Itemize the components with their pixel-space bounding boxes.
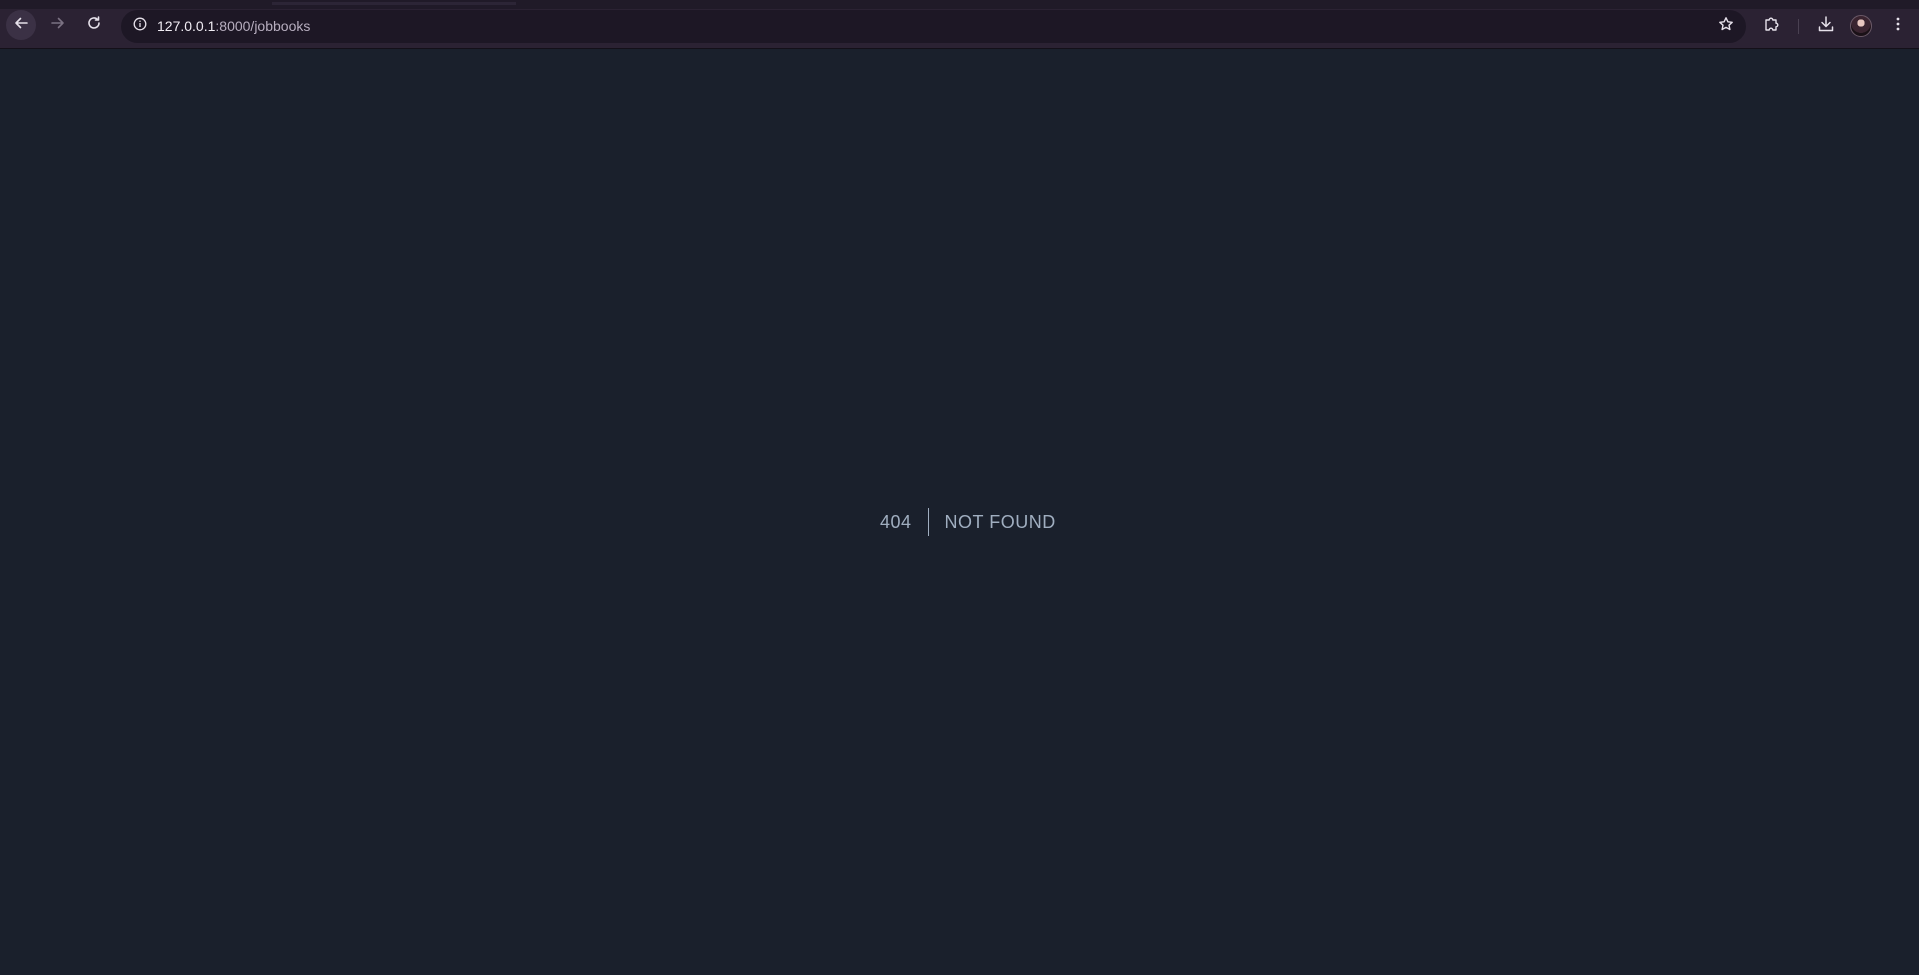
reload-button[interactable] bbox=[79, 10, 109, 40]
arrow-right-icon bbox=[50, 15, 66, 36]
profile-avatar[interactable] bbox=[1850, 15, 1872, 37]
status-code: 404 bbox=[880, 512, 912, 532]
info-icon bbox=[133, 17, 147, 36]
extensions-button[interactable] bbox=[1758, 12, 1786, 40]
status-message: NOT FOUND bbox=[944, 512, 1056, 532]
browser-toolbar: 127.0.0.1:8000/jobbooks bbox=[0, 0, 1919, 49]
page-content: 404 NOT FOUND bbox=[0, 49, 1919, 975]
download-icon bbox=[1817, 15, 1835, 38]
star-icon bbox=[1718, 16, 1734, 37]
kebab-menu-icon bbox=[1890, 16, 1906, 37]
address-bar[interactable]: 127.0.0.1:8000/jobbooks bbox=[121, 10, 1746, 43]
arrow-left-icon bbox=[13, 15, 29, 36]
bookmark-button[interactable] bbox=[1715, 16, 1736, 37]
tab-strip bbox=[0, 2, 1919, 9]
error-message: 404 NOT FOUND bbox=[880, 508, 1056, 536]
site-info-button[interactable] bbox=[128, 15, 151, 38]
back-button[interactable] bbox=[6, 10, 36, 40]
downloads-button[interactable] bbox=[1812, 12, 1840, 40]
url-text[interactable]: 127.0.0.1:8000/jobbooks bbox=[157, 18, 310, 35]
browser-menu-button[interactable] bbox=[1884, 12, 1912, 40]
url-path: :8000/jobbooks bbox=[215, 18, 311, 34]
reload-icon bbox=[86, 15, 102, 36]
forward-button[interactable] bbox=[43, 10, 73, 40]
toolbar-separator bbox=[1798, 19, 1799, 34]
active-tab[interactable] bbox=[272, 2, 516, 5]
puzzle-icon bbox=[1763, 15, 1781, 38]
url-host: 127.0.0.1 bbox=[157, 18, 216, 34]
